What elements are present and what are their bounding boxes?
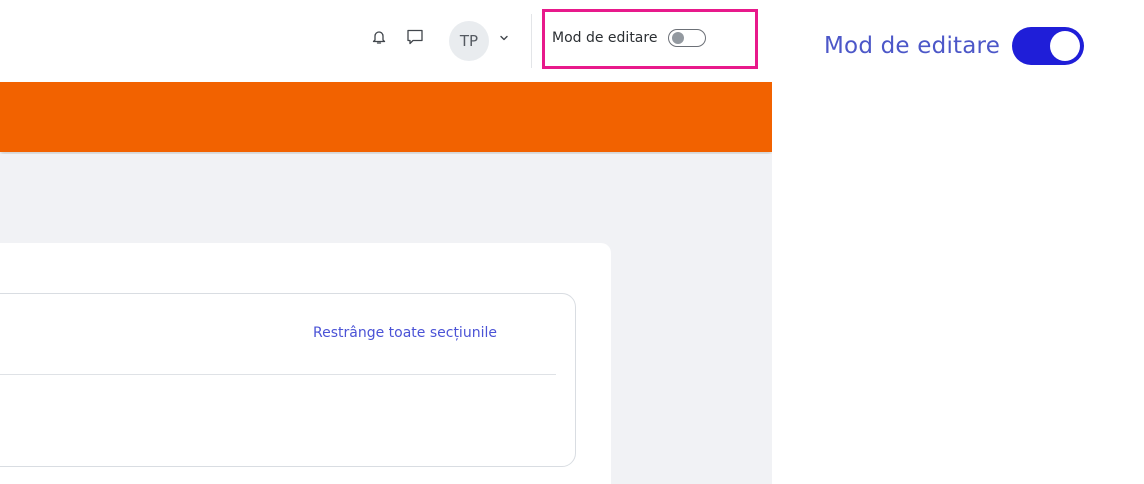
zoomed-edit-mode-switch[interactable]: Mod de editare: [824, 27, 1085, 65]
user-menu-toggle[interactable]: [494, 28, 514, 48]
chevron-down-icon: [500, 35, 508, 41]
zoomed-edit-mode-toggle[interactable]: [1012, 27, 1085, 65]
edit-mode-switch[interactable]: Mod de editare: [552, 29, 707, 47]
chat-icon: [407, 29, 423, 45]
page-header-banner: [0, 82, 772, 152]
section-divider: [0, 374, 556, 375]
bell-icon: [372, 31, 386, 44]
navbar-divider: [531, 14, 532, 68]
edit-mode-toggle[interactable]: [668, 29, 707, 47]
zoomed-edit-mode-label: Mod de editare: [824, 33, 1001, 59]
messages-button[interactable]: [402, 24, 428, 50]
top-navbar: TP Mod de editare: [0, 0, 772, 82]
toggle-knob: [672, 32, 685, 44]
collapse-all-sections-link[interactable]: Restrânge toate secțiunile: [313, 325, 497, 341]
page: TP Mod de editare Restrânge toate secțiu…: [0, 0, 1144, 484]
course-sections-box: [0, 293, 576, 467]
user-avatar[interactable]: TP: [449, 21, 489, 61]
screenshot-panel: TP Mod de editare Restrânge toate secțiu…: [0, 0, 772, 484]
notifications-button[interactable]: [366, 24, 392, 50]
toggle-knob: [1050, 31, 1081, 61]
edit-mode-label: Mod de editare: [552, 30, 658, 46]
